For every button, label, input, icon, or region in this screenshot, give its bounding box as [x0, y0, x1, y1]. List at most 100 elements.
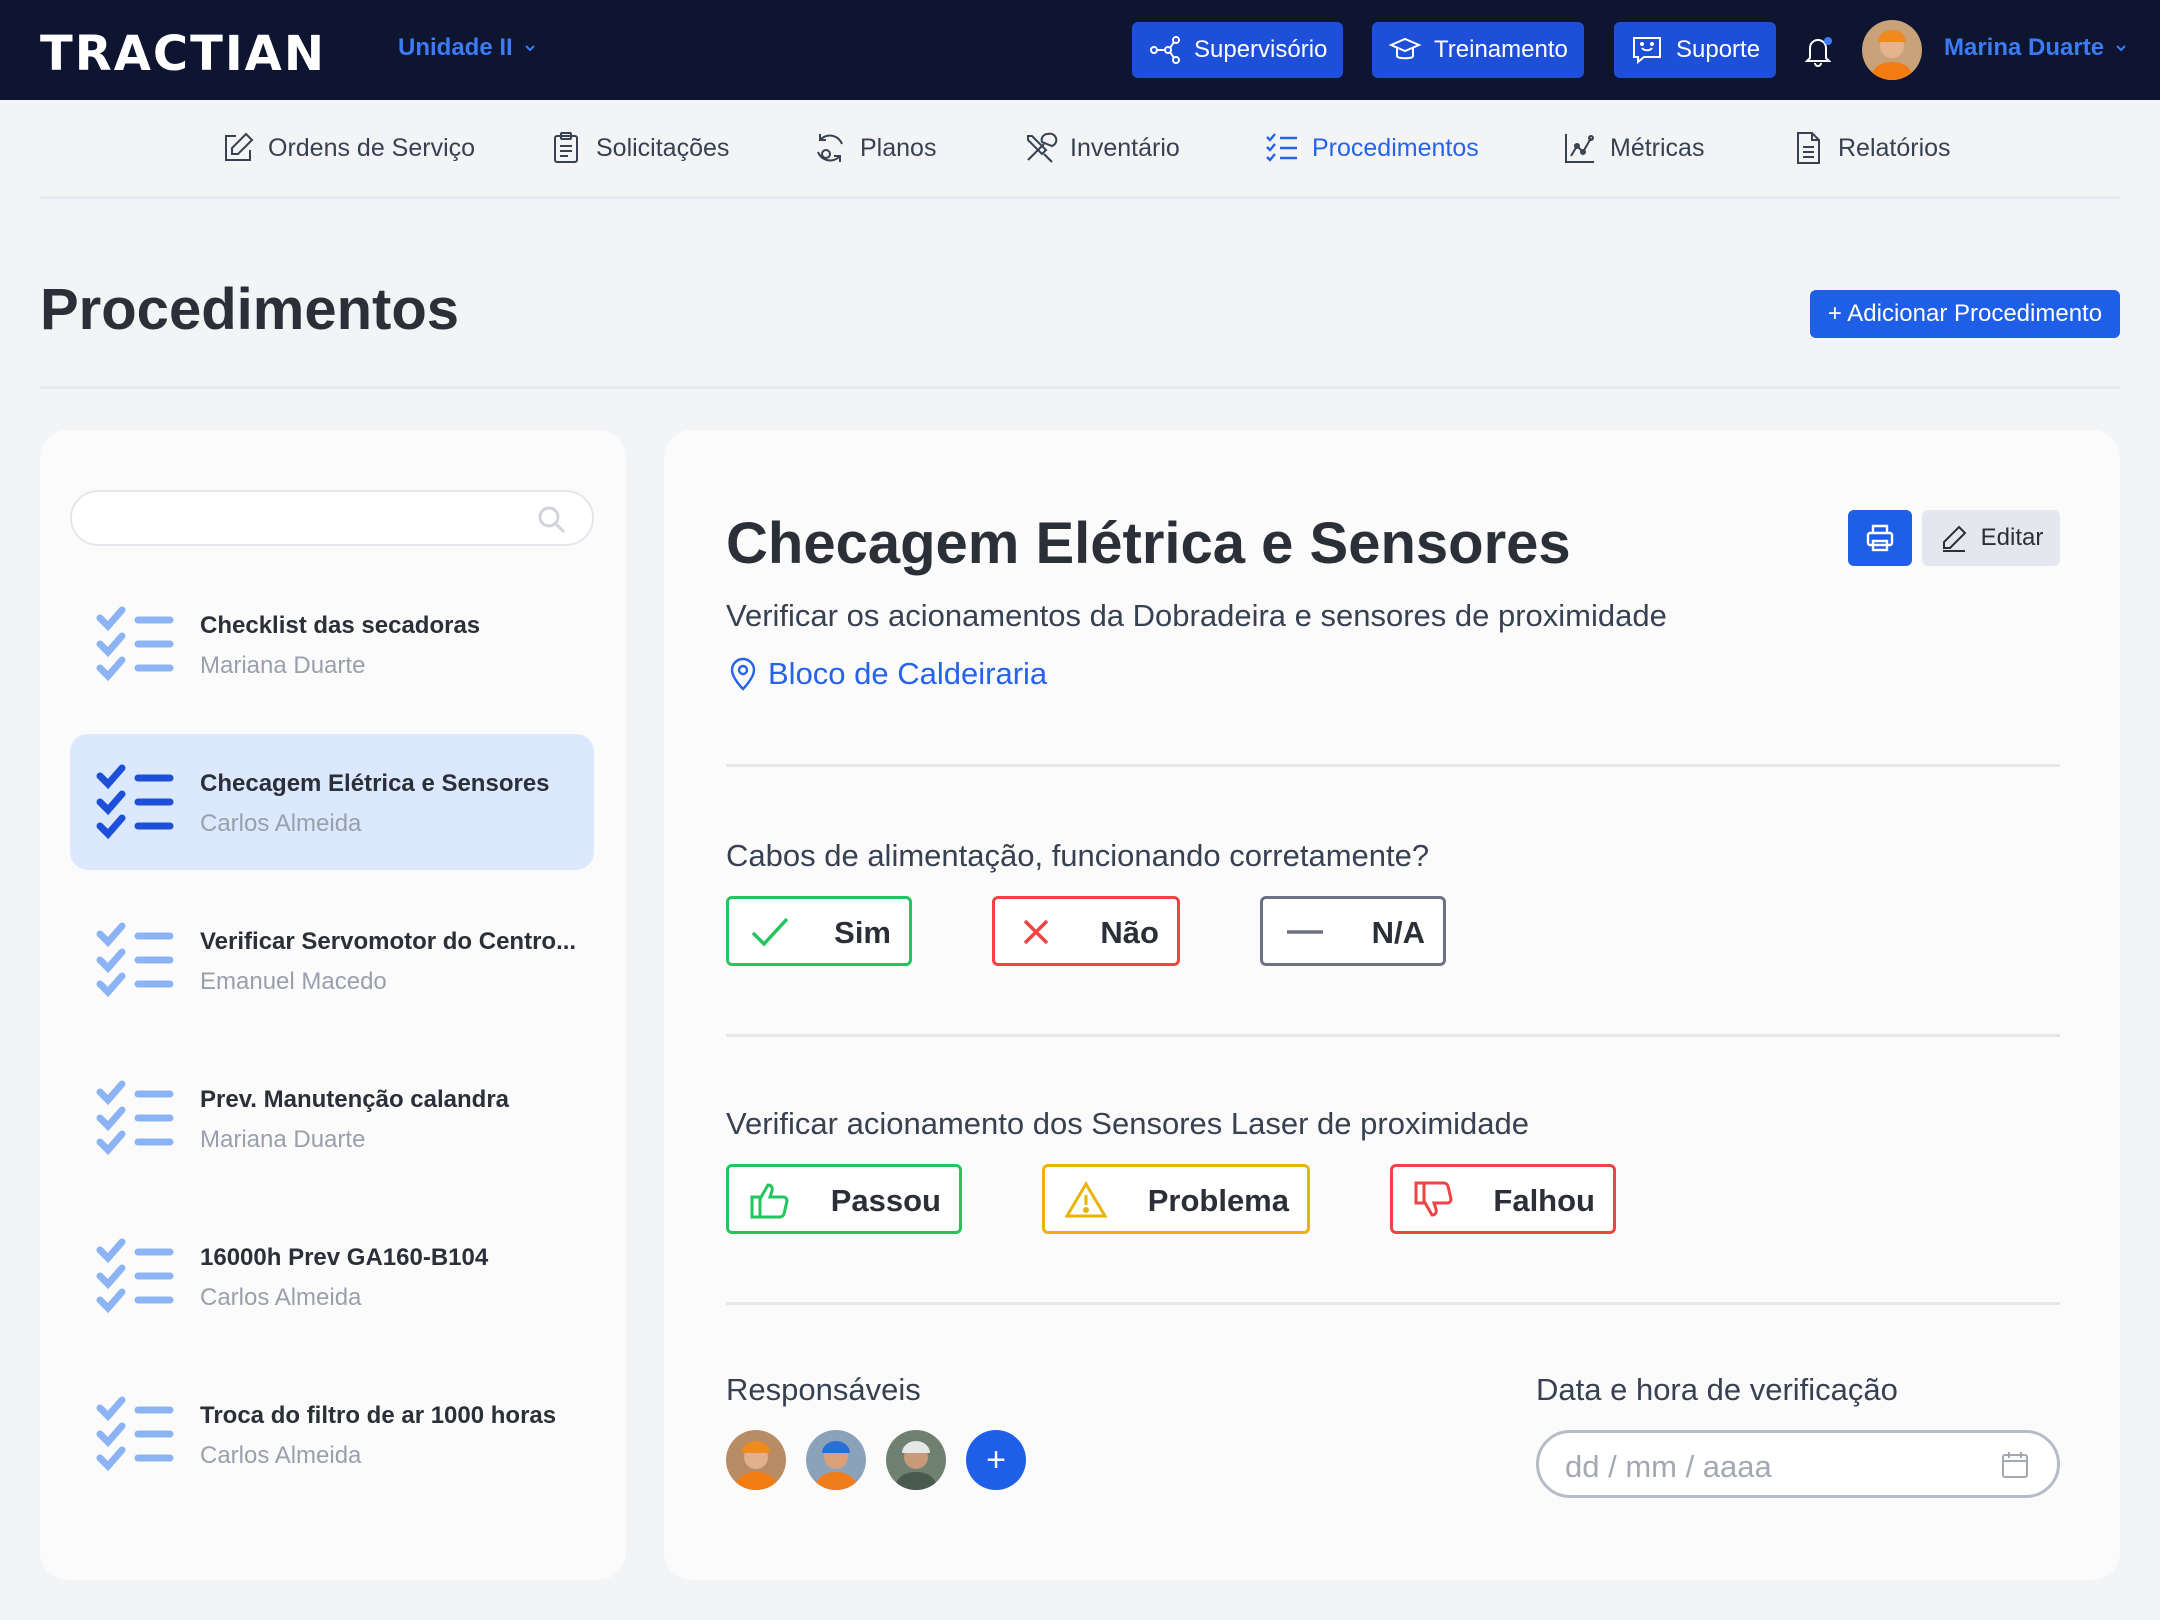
clipboard-icon: [554, 132, 578, 163]
nav-label: Relatórios: [1838, 133, 1951, 162]
minus-icon: [1287, 930, 1323, 934]
option-na-button[interactable]: N/A: [1260, 896, 1446, 966]
responsible-avatar[interactable]: [806, 1430, 866, 1490]
tools-icon: [1027, 132, 1058, 163]
edit-square-icon: [225, 132, 254, 161]
check-icon: [751, 917, 789, 947]
search-input[interactable]: [70, 490, 594, 546]
graduation-cap-icon: [1388, 37, 1422, 60]
checklist-icon: [96, 922, 174, 998]
unit-label: Unidade II: [398, 34, 513, 61]
notification-bell-icon[interactable]: [1800, 32, 1836, 68]
nav-label: Procedimentos: [1312, 133, 1479, 162]
option-passou-button[interactable]: Passou: [726, 1164, 962, 1234]
chart-icon: [1565, 134, 1594, 163]
option-label: N/A: [1371, 915, 1425, 950]
procedure-title: Checklist das secadoras: [200, 612, 481, 639]
nav-label: Planos: [860, 133, 937, 162]
nav-item-solicitacoes[interactable]: Solicitações: [548, 130, 729, 166]
option-falhou-button[interactable]: Falhou: [1390, 1164, 1616, 1234]
pencil-icon: [1942, 525, 1967, 552]
edit-label: Editar: [1980, 524, 2044, 551]
nav-item-planos[interactable]: Planos: [812, 130, 936, 166]
user-avatar[interactable]: [1862, 20, 1922, 80]
print-button[interactable]: [1848, 510, 1912, 566]
procedure-list-item[interactable]: 16000h Prev GA160-B104 Carlos Almeida: [70, 1208, 594, 1344]
date-placeholder: dd / mm / aaaa: [1565, 1449, 1772, 1484]
nav-label: Métricas: [1610, 133, 1705, 162]
date-label: Data e hora de verificação: [1536, 1372, 1898, 1407]
unit-selector[interactable]: Unidade II: [398, 34, 537, 62]
chat-support-icon: [1633, 37, 1661, 65]
procedure-list-item[interactable]: Troca do filtro de ar 1000 horas Carlos …: [70, 1366, 594, 1502]
responsible-avatar[interactable]: [726, 1430, 786, 1490]
treinamento-button[interactable]: Treinamento: [1372, 22, 1584, 78]
date-input[interactable]: dd / mm / aaaa: [1536, 1430, 2060, 1498]
procedure-list-item[interactable]: Checklist das secadoras Mariana Duarte: [70, 576, 594, 712]
nav-item-ordens[interactable]: Ordens de Serviço: [220, 130, 475, 166]
checklist-icon: [96, 1238, 174, 1314]
top-bar: TRACTIAN Unidade II Supervisório Treinam…: [0, 0, 2160, 100]
warning-icon: [1065, 1181, 1107, 1218]
nav-label: Ordens de Serviço: [268, 133, 476, 162]
procedure-author: Carlos Almeida: [200, 810, 362, 837]
procedure-description: Verificar os acionamentos da Dobradeira …: [726, 598, 1667, 633]
procedure-title: Checagem Elétrica e Sensores: [200, 770, 550, 797]
responsible-label: Responsáveis: [726, 1372, 921, 1407]
procedure-author: Carlos Almeida: [200, 1284, 362, 1311]
option-nao-button[interactable]: Não: [992, 896, 1180, 966]
printer-icon: [1866, 524, 1894, 552]
procedure-detail-title: Checagem Elétrica e Sensores: [726, 511, 1571, 576]
add-procedure-button[interactable]: + Adicionar Procedimento: [1810, 290, 2120, 338]
section-divider: [726, 1302, 2060, 1305]
procedure-title: Troca do filtro de ar 1000 horas: [200, 1402, 557, 1429]
option-label: Sim: [834, 915, 891, 950]
section-divider: [726, 1034, 2060, 1037]
chevron-down-icon: [524, 45, 535, 52]
suporte-button[interactable]: Suporte: [1614, 22, 1777, 78]
procedure-detail-panel: Checagem Elétrica e Sensores Editar Veri…: [664, 430, 2120, 1580]
add-responsible-button[interactable]: +: [966, 1430, 1026, 1490]
question-text: Cabos de alimentação, funcionando corret…: [726, 838, 1430, 873]
user-menu[interactable]: Marina Duarte: [1944, 34, 2128, 62]
procedure-author: Emanuel Macedo: [200, 968, 387, 995]
treinamento-label: Treinamento: [1434, 36, 1568, 63]
nav-label: Solicitações: [596, 133, 730, 162]
procedure-author: Carlos Almeida: [200, 1442, 362, 1469]
checklist-icon: [96, 764, 174, 840]
nav-item-relatorios[interactable]: Relatórios: [1790, 130, 1951, 166]
supervisorio-button[interactable]: Supervisório: [1132, 22, 1344, 78]
procedure-list-item[interactable]: Verificar Servomotor do Centro... Emanue…: [70, 892, 594, 1028]
thumbs-up-icon: [750, 1183, 789, 1219]
nav-label: Inventário: [1070, 133, 1180, 162]
thumbs-down-icon: [1414, 1181, 1453, 1217]
location-pin-icon: [730, 657, 756, 691]
checklist-icon: [96, 1080, 174, 1156]
procedure-author: Mariana Duarte: [200, 652, 366, 679]
procedure-list-item[interactable]: Prev. Manutenção calandra Mariana Duarte: [70, 1050, 594, 1186]
responsible-avatar[interactable]: [886, 1430, 946, 1490]
nav-item-inventario[interactable]: Inventário: [1022, 130, 1180, 166]
procedure-title: Verificar Servomotor do Centro...: [200, 928, 577, 955]
checklist-icon: [1266, 133, 1297, 162]
procedure-list-item-selected[interactable]: Checagem Elétrica e Sensores Carlos Alme…: [70, 734, 594, 870]
search-icon[interactable]: [536, 504, 568, 536]
checklist-icon: [96, 606, 174, 682]
header-divider: [40, 386, 2120, 389]
nav-item-procedimentos[interactable]: Procedimentos: [1264, 130, 1479, 166]
suporte-label: Suporte: [1676, 36, 1761, 63]
option-sim-button[interactable]: Sim: [726, 896, 912, 966]
procedure-title: Prev. Manutenção calandra: [200, 1086, 509, 1113]
option-problema-button[interactable]: Problema: [1042, 1164, 1310, 1234]
nav-item-metricas[interactable]: Métricas: [1562, 130, 1704, 166]
main-nav: Ordens de Serviço Solicitações Planos In…: [0, 100, 2160, 200]
procedure-list-panel: Checklist das secadoras Mariana Duarte C…: [40, 430, 626, 1580]
option-label: Problema: [1147, 1183, 1289, 1218]
edit-button[interactable]: Editar: [1922, 510, 2060, 566]
checklist-icon: [96, 1396, 174, 1472]
close-icon: [1023, 919, 1049, 945]
tractian-logo[interactable]: TRACTIAN: [40, 26, 326, 82]
procedure-title: 16000h Prev GA160-B104: [200, 1244, 489, 1271]
location-link[interactable]: Bloco de Caldeiraria: [726, 656, 1047, 692]
calendar-icon[interactable]: [1999, 1449, 2031, 1481]
